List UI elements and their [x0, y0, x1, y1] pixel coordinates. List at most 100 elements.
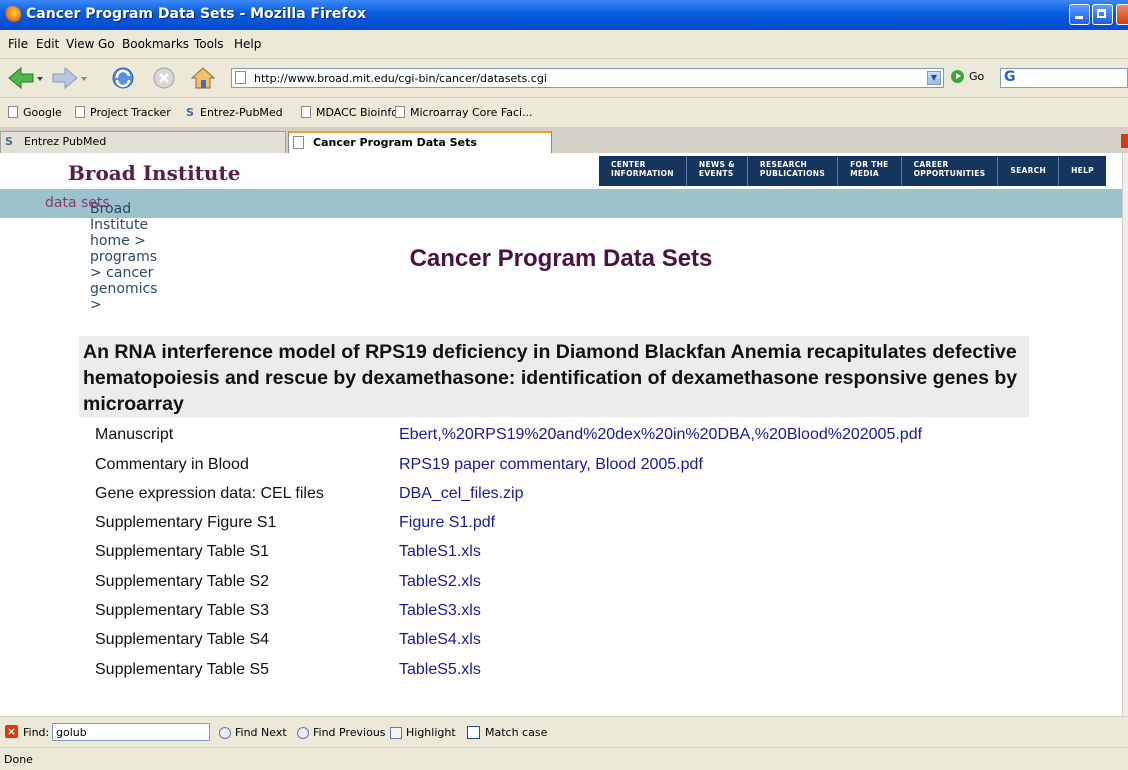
page-icon: [75, 106, 85, 118]
bookmark-google[interactable]: Google: [8, 106, 62, 119]
site-brand[interactable]: Broad Institute: [68, 161, 240, 185]
menu-go[interactable]: Go: [98, 37, 115, 51]
file-label: Supplementary Figure S1: [95, 514, 277, 531]
page-icon: [293, 136, 304, 149]
bookmark-microarray-core[interactable]: Microarray Core Faci...: [395, 106, 533, 119]
file-row: Supplementary Table S3 TableS3.xls: [0, 599, 1122, 629]
go-label: Go: [969, 70, 985, 83]
page-icon: [395, 106, 405, 118]
url-text: http://www.broad.mit.edu/cgi-bin/cancer/…: [254, 72, 547, 85]
find-input[interactable]: [52, 723, 210, 741]
menu-file[interactable]: File: [8, 37, 28, 51]
bookmark-label: Google: [23, 106, 62, 119]
file-row: Gene expression data: CEL files DBA_cel_f…: [0, 482, 1122, 512]
page-content: Broad Institute CENTER INFORMATION NEWS &…: [0, 153, 1122, 716]
google-icon: G: [1004, 69, 1016, 85]
vertical-scrollbar[interactable]: [1122, 153, 1128, 716]
file-link[interactable]: TableS5.xls: [399, 661, 481, 679]
bookmark-label: MDACC Bioinfo: [316, 106, 398, 119]
find-label: Find:: [23, 726, 50, 739]
file-label: Supplementary Table S1: [95, 543, 270, 560]
link-icon: S: [186, 106, 194, 119]
status-text: Done: [4, 753, 33, 766]
file-link[interactable]: TableS4.xls: [399, 631, 481, 649]
file-label: Gene expression data: CEL files: [95, 485, 324, 502]
nav-news-events[interactable]: NEWS & EVENTS: [687, 156, 748, 186]
bookmark-mdacc-bioinfo[interactable]: MDACC Bioinfo: [301, 106, 398, 119]
site-navigation: CENTER INFORMATION NEWS & EVENTS RESEARCH P…: [599, 156, 1106, 186]
match-case-label: Match case: [485, 726, 548, 739]
nav-career-opportunities[interactable]: CAREER OPPORTUNITIES: [902, 156, 999, 186]
breadcrumb-path[interactable]: Broad Institute home > programs > cancer…: [45, 195, 157, 313]
file-row: Manuscript Ebert,%20RPS19%20and%20dex%20i…: [0, 423, 1122, 453]
window-title: Cancer Program Data Sets - Mozilla Firef…: [26, 6, 367, 22]
close-find-icon[interactable]: ×: [5, 725, 18, 738]
tab-label: Cancer Program Data Sets: [313, 136, 477, 149]
close-tab-icon[interactable]: [1121, 134, 1128, 148]
tab-entrez-pubmed[interactable]: S Entrez PubMed: [0, 131, 286, 153]
bookmark-label: Entrez-PubMed: [200, 106, 283, 119]
nav-search[interactable]: SEARCH: [998, 156, 1060, 186]
menu-bookmarks[interactable]: Bookmarks: [122, 37, 189, 51]
page-icon: [8, 106, 18, 118]
link-icon: S: [5, 135, 13, 148]
file-row: Supplementary Figure S1 Figure S1.pdf: [0, 511, 1122, 541]
file-row: Supplementary Table S1 TableS1.xls: [0, 540, 1122, 570]
page-icon: [235, 71, 246, 84]
tab-cancer-program-data-sets[interactable]: Cancer Program Data Sets: [288, 131, 552, 153]
highlight-label: Highlight: [406, 726, 456, 739]
menu-help[interactable]: Help: [234, 37, 261, 51]
close-window-button[interactable]: [1116, 4, 1128, 25]
file-link[interactable]: Figure S1.pdf: [399, 514, 495, 532]
back-icon[interactable]: [6, 65, 46, 91]
file-link[interactable]: RPS19 paper commentary, Blood 2005.pdf: [399, 456, 703, 474]
url-dropdown-icon[interactable]: ▼: [927, 71, 941, 85]
menu-view[interactable]: View: [66, 37, 94, 51]
file-link[interactable]: TableS2.xls: [399, 573, 481, 591]
bookmark-project-tracker[interactable]: Project Tracker: [75, 106, 171, 119]
file-row: Supplementary Table S4 TableS4.xls: [0, 628, 1122, 658]
file-label: Manuscript: [95, 426, 174, 443]
nav-research-publications[interactable]: RESEARCH PUBLICATIONS: [748, 156, 839, 186]
find-next-button[interactable]: Find Next: [219, 726, 287, 739]
minimize-button[interactable]: [1069, 4, 1090, 25]
menu-bar: File Edit View Go Bookmarks Tools Help: [0, 30, 1128, 59]
search-box[interactable]: G: [1000, 68, 1128, 88]
nav-help[interactable]: HELP: [1059, 156, 1106, 186]
nav-center-information[interactable]: CENTER INFORMATION: [599, 156, 687, 186]
file-link[interactable]: TableS1.xls: [399, 543, 481, 561]
reload-icon[interactable]: [109, 65, 139, 91]
highlight-icon: [390, 727, 402, 739]
home-icon[interactable]: [188, 65, 218, 91]
file-link[interactable]: Ebert,%20RPS19%20and%20dex%20in%20DBA,%2…: [399, 426, 922, 444]
bookmark-label: Project Tracker: [90, 106, 171, 119]
file-label: Supplementary Table S5: [95, 661, 270, 678]
stop-icon[interactable]: [151, 65, 177, 91]
match-case-checkbox[interactable]: Match case: [467, 726, 547, 739]
tab-bar: S Entrez PubMed Cancer Program Data Sets: [0, 128, 1128, 154]
file-row: Supplementary Table S5 TableS5.xls: [0, 658, 1122, 688]
maximize-button[interactable]: [1092, 4, 1113, 25]
file-link[interactable]: TableS3.xls: [399, 602, 481, 620]
highlight-button[interactable]: Highlight: [390, 726, 456, 739]
menu-edit[interactable]: Edit: [36, 37, 59, 51]
address-bar[interactable]: http://www.broad.mit.edu/cgi-bin/cancer/…: [231, 68, 944, 88]
file-link[interactable]: DBA_cel_files.zip: [399, 485, 524, 503]
breadcrumb: Broad Institute home > programs > cancer…: [0, 189, 1122, 313]
firefox-icon: [4, 6, 21, 23]
checkbox-icon: [467, 726, 480, 739]
forward-icon[interactable]: [50, 65, 90, 91]
nav-for-the-media[interactable]: FOR THE MEDIA: [838, 156, 902, 186]
tab-label: Entrez PubMed: [24, 135, 107, 148]
go-icon: [951, 70, 964, 83]
menu-tools[interactable]: Tools: [194, 37, 224, 51]
bookmark-entrez-pubmed[interactable]: S Entrez-PubMed: [186, 106, 283, 119]
down-arrow-icon: [219, 727, 231, 739]
go-button[interactable]: Go: [951, 70, 984, 83]
file-label: Supplementary Table S4: [95, 631, 270, 648]
find-previous-button[interactable]: Find Previous: [297, 726, 386, 739]
navigation-toolbar: http://www.broad.mit.edu/cgi-bin/cancer/…: [0, 59, 1128, 98]
file-row: Commentary in Blood RPS19 paper commentar…: [0, 453, 1122, 483]
file-row: Supplementary Table S2 TableS2.xls: [0, 570, 1122, 600]
dataset-title: An RNA interference model of RPS19 defic…: [79, 336, 1029, 417]
